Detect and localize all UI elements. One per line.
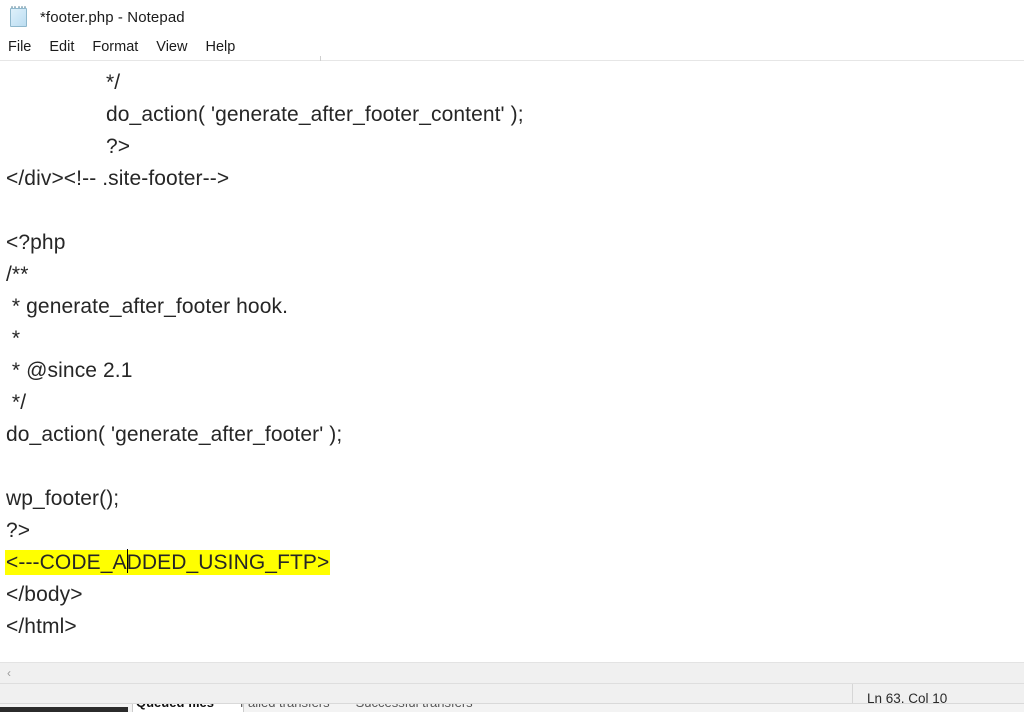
code-line: ?> xyxy=(6,519,31,542)
code-line: * @since 2.1 xyxy=(6,359,133,382)
menu-item-format[interactable]: Format xyxy=(92,39,147,55)
notepad-icon xyxy=(8,6,30,28)
code-line: * generate_after_footer hook. xyxy=(6,295,289,318)
code-line: </body> xyxy=(6,583,83,606)
code-line: do_action( 'generate_after_footer_conten… xyxy=(106,103,524,126)
background-tab-failed-transfers[interactable]: Failed transfers xyxy=(240,704,330,712)
notepad-icon-body xyxy=(10,8,27,27)
text-editor[interactable]: */ do_action( 'generate_after_footer_con… xyxy=(0,61,1024,662)
code-line: /** xyxy=(6,263,29,286)
horizontal-scrollbar[interactable]: ‹ xyxy=(0,662,1024,683)
window-title: *footer.php - Notepad xyxy=(40,8,185,26)
code-line: </html> xyxy=(6,615,77,638)
menu-bar: File Edit Format View Help xyxy=(0,34,1024,60)
menu-item-help[interactable]: Help xyxy=(205,39,244,55)
menu-item-file[interactable]: File xyxy=(8,39,40,55)
scrollbar-track[interactable] xyxy=(18,663,1024,683)
background-app-tabs: Queued files Failed transfers Successful… xyxy=(136,704,499,712)
code-line: <?php xyxy=(6,231,66,254)
menu-item-view[interactable]: View xyxy=(156,39,196,55)
background-app-dark-chip xyxy=(0,707,128,712)
code-line: * xyxy=(6,327,21,350)
scroll-left-arrow-icon[interactable]: ‹ xyxy=(0,667,18,679)
background-tab-successful-transfers[interactable]: Successful transfers xyxy=(356,704,473,712)
background-app-strip: Queued files Failed transfers Successful… xyxy=(0,703,1024,712)
code-line: */ xyxy=(6,391,27,414)
title-bar: *footer.php - Notepad xyxy=(0,0,1024,34)
code-line: wp_footer(); xyxy=(6,487,120,510)
highlighted-text: <---CODE_ADDED_USING_FTP> xyxy=(6,549,330,574)
background-tab-queued-files[interactable]: Queued files xyxy=(136,704,214,712)
notepad-window: *footer.php - Notepad File Edit Format V… xyxy=(0,0,1024,712)
code-line: do_action( 'generate_after_footer' ); xyxy=(6,423,343,446)
code-line: ?> xyxy=(106,135,131,158)
code-line: </div><!-- .site-footer--> xyxy=(6,167,230,190)
code-line-highlighted: <---CODE_ADDED_USING_FTP> xyxy=(0,547,1024,579)
menu-item-edit[interactable]: Edit xyxy=(49,39,83,55)
code-line: */ xyxy=(106,71,121,94)
